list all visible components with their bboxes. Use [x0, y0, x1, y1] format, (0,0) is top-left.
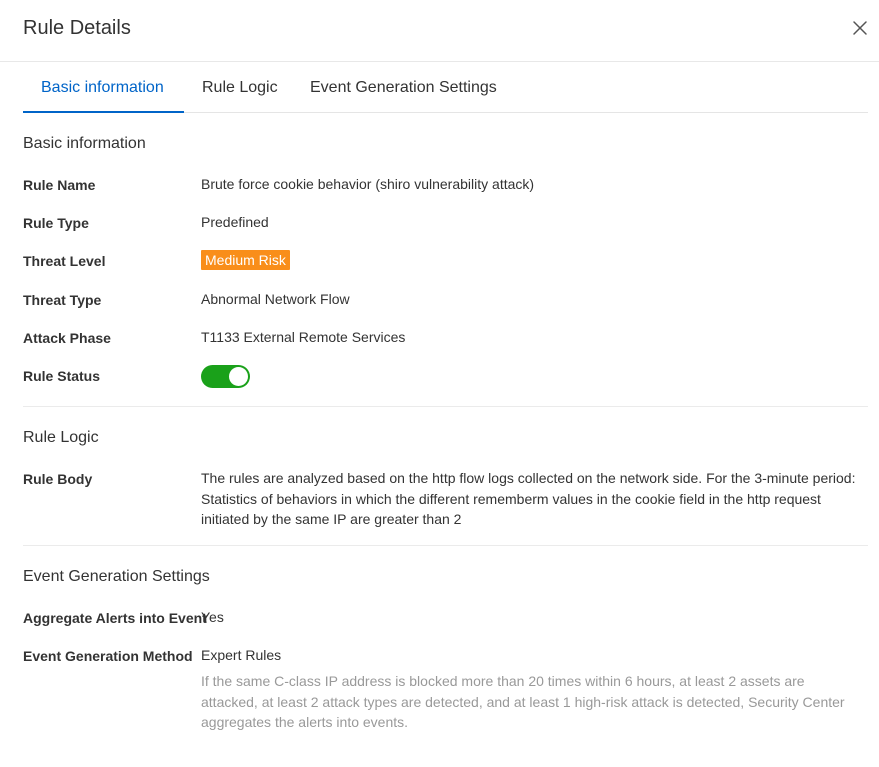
rule-name-label: Rule Name	[23, 177, 96, 193]
close-button[interactable]	[848, 16, 872, 40]
event-generation-method-label: Event Generation Method	[23, 648, 193, 664]
rule-name-value: Brute force cookie behavior (shiro vulne…	[201, 176, 535, 192]
rule-body-label: Rule Body	[23, 471, 93, 487]
event-generation-method-description: If the same C-class IP address is blocke…	[201, 673, 845, 730]
threat-level-label: Threat Level	[23, 253, 106, 269]
section-title-rule-logic: Rule Logic	[23, 429, 99, 446]
section-title-event-generation-settings: Event Generation Settings	[23, 568, 210, 585]
aggregate-alerts-label: Aggregate Alerts into Event	[23, 610, 207, 626]
attack-phase-value: T1133 External Remote Services	[201, 329, 406, 345]
aggregate-alerts-value: Yes	[201, 609, 224, 625]
tab-event-generation-settings[interactable]: Event Generation Settings	[310, 62, 497, 113]
active-tab-indicator	[23, 111, 184, 113]
tab-rule-logic[interactable]: Rule Logic	[202, 62, 278, 113]
event-generation-method-value: Expert Rules	[201, 647, 282, 663]
dialog-header: Rule Details	[0, 0, 879, 62]
section-divider	[23, 406, 868, 407]
tab-bar: Basic information Rule Logic Event Gener…	[23, 62, 868, 113]
close-icon	[853, 21, 867, 35]
rule-status-label: Rule Status	[23, 368, 101, 384]
section-title-basic-information: Basic information	[23, 135, 146, 152]
attack-phase-label: Attack Phase	[23, 330, 111, 346]
toggle-knob	[229, 367, 248, 386]
threat-type-label: Threat Type	[23, 292, 102, 308]
threat-level-badge: Medium Risk	[201, 250, 290, 270]
rule-type-label: Rule Type	[23, 215, 89, 231]
rule-details-panel: Rule Details Basic information Rule Logi…	[0, 0, 879, 767]
rule-status-toggle[interactable]	[201, 365, 250, 388]
rule-body-value: The rules are analyzed based on the http…	[201, 470, 856, 527]
section-divider	[23, 545, 868, 546]
tab-basic-information[interactable]: Basic information	[41, 62, 164, 113]
rule-type-value: Predefined	[201, 214, 269, 230]
dialog-title: Rule Details	[23, 17, 131, 39]
threat-type-value: Abnormal Network Flow	[201, 291, 350, 307]
